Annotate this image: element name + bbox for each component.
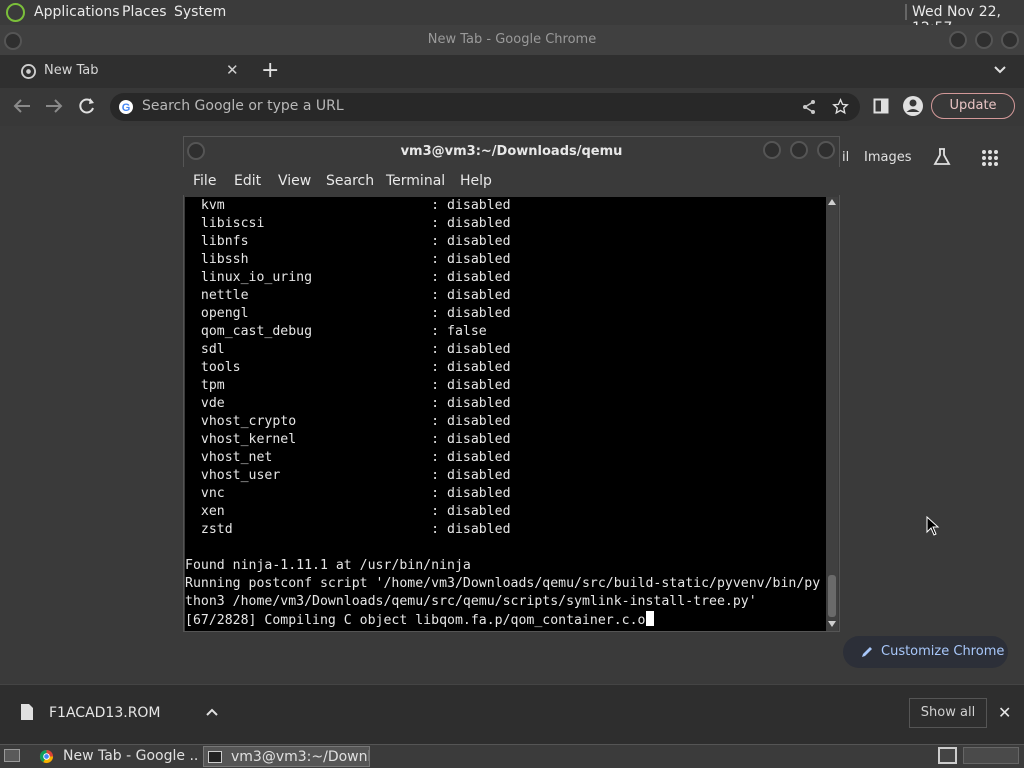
terminal-line: libnfs : disabled bbox=[185, 234, 511, 249]
terminal-line: tpm : disabled bbox=[185, 378, 511, 393]
minimize-button[interactable] bbox=[949, 31, 967, 49]
terminal-line: libssh : disabled bbox=[185, 252, 511, 267]
terminal-window-menu-button[interactable] bbox=[187, 142, 205, 160]
show-desktop-icon[interactable] bbox=[4, 749, 20, 762]
menu-terminal[interactable]: Terminal bbox=[386, 173, 445, 189]
terminal-title: vm3@vm3:~/Downloads/qemu bbox=[400, 144, 623, 159]
scroll-up-arrow-icon[interactable] bbox=[828, 199, 836, 205]
terminal-close-button[interactable] bbox=[817, 141, 835, 159]
file-icon bbox=[21, 704, 33, 720]
terminal-line: vde : disabled bbox=[185, 396, 511, 411]
images-link[interactable]: Images bbox=[864, 150, 912, 165]
terminal-line: kvm : disabled bbox=[185, 198, 511, 213]
google-g-icon: G bbox=[119, 100, 133, 114]
omnibox[interactable]: G Search Google or type a URL bbox=[110, 93, 860, 121]
update-button[interactable]: Update bbox=[931, 93, 1015, 119]
separator bbox=[905, 4, 907, 20]
terminal-line: tools : disabled bbox=[185, 360, 511, 375]
bottom-taskbar: New Tab - Google ... vm3@vm3:~/Downl... bbox=[0, 744, 1024, 768]
pencil-icon bbox=[862, 647, 872, 657]
terminal-line: vnc : disabled bbox=[185, 486, 511, 501]
terminal-line: Running postconf script '/home/vm3/Downl… bbox=[185, 576, 821, 591]
terminal-minimize-button[interactable] bbox=[763, 141, 781, 159]
labs-flask-icon[interactable] bbox=[932, 147, 952, 167]
menu-edit[interactable]: Edit bbox=[234, 173, 261, 189]
terminal-line: opengl : disabled bbox=[185, 306, 511, 321]
terminal-line: vhost_user : disabled bbox=[185, 468, 511, 483]
menu-file[interactable]: File bbox=[193, 173, 216, 189]
terminal-line: qom_cast_debug : false bbox=[185, 324, 487, 339]
terminal-line: vhost_crypto : disabled bbox=[185, 414, 511, 429]
places-menu[interactable]: Places bbox=[122, 4, 167, 20]
chrome-icon bbox=[39, 749, 54, 764]
terminal-output[interactable]: kvm : disabled libiscsi : disabled libnf… bbox=[185, 197, 826, 631]
close-window-button[interactable] bbox=[1001, 31, 1019, 49]
terminal-cursor bbox=[645, 611, 654, 626]
customize-label: Customize Chrome bbox=[881, 644, 1005, 659]
apps-grid-icon[interactable] bbox=[981, 149, 999, 167]
terminal-icon bbox=[208, 751, 222, 763]
side-panel-icon[interactable] bbox=[873, 98, 889, 114]
bookmark-star-icon[interactable] bbox=[832, 98, 849, 115]
customize-chrome-button[interactable]: Customize Chrome bbox=[843, 636, 1008, 668]
svg-text:G: G bbox=[122, 102, 131, 114]
menu-help[interactable]: Help bbox=[460, 173, 492, 189]
terminal-line: sdl : disabled bbox=[185, 342, 511, 357]
menu-search[interactable]: Search bbox=[326, 173, 374, 189]
download-file-name[interactable]: F1ACAD13.ROM bbox=[49, 705, 161, 721]
share-icon[interactable] bbox=[801, 99, 817, 115]
terminal-line: Found ninja-1.11.1 at /usr/bin/ninja bbox=[185, 558, 471, 573]
terminal-line: xen : disabled bbox=[185, 504, 511, 519]
reload-icon[interactable] bbox=[77, 96, 97, 116]
terminal-line: vhost_net : disabled bbox=[185, 450, 511, 465]
top-panel: Applications Places System Wed Nov 22, 1… bbox=[0, 0, 1024, 36]
terminal-line: libiscsi : disabled bbox=[185, 216, 511, 231]
terminal-prompt-line: [67/2828] Compiling C object libqom.fa.p… bbox=[185, 611, 654, 629]
tab-close-icon[interactable]: ✕ bbox=[226, 61, 239, 79]
show-all-button[interactable]: Show all bbox=[909, 698, 987, 728]
back-arrow-icon[interactable] bbox=[12, 97, 32, 115]
mouse-cursor-icon bbox=[926, 516, 940, 536]
scrollbar-thumb[interactable] bbox=[828, 575, 836, 617]
close-shelf-icon[interactable]: ✕ bbox=[998, 703, 1011, 722]
terminal-line: linux_io_uring : disabled bbox=[185, 270, 511, 285]
new-tab-button[interactable]: + bbox=[261, 58, 279, 83]
omnibox-placeholder: Search Google or type a URL bbox=[142, 98, 344, 114]
terminal-scrollbar[interactable] bbox=[826, 197, 838, 631]
terminal-line: [67/2828] Compiling C object libqom.fa.p… bbox=[185, 613, 646, 628]
gmail-link[interactable]: il bbox=[842, 150, 849, 165]
task-label: vm3@vm3:~/Downl... bbox=[231, 749, 370, 765]
workspace-switcher-empty[interactable] bbox=[963, 747, 1019, 764]
terminal-line: zstd : disabled bbox=[185, 522, 511, 537]
tab-label: New Tab bbox=[44, 63, 99, 78]
task-label: New Tab - Google ... bbox=[63, 748, 198, 764]
tab-search-chevron-icon[interactable] bbox=[993, 65, 1007, 75]
chrome-icon bbox=[21, 64, 36, 79]
tab-new-tab[interactable]: New Tab ✕ bbox=[8, 55, 248, 88]
scroll-down-arrow-icon[interactable] bbox=[828, 621, 836, 627]
terminal-maximize-button[interactable] bbox=[790, 141, 808, 159]
terminal-line: nettle : disabled bbox=[185, 288, 511, 303]
menu-view[interactable]: View bbox=[278, 173, 311, 189]
gnome-foot-icon[interactable] bbox=[6, 3, 25, 22]
window-title: New Tab - Google Chrome bbox=[427, 32, 597, 47]
forward-arrow-icon[interactable] bbox=[44, 97, 64, 115]
terminal-line: thon3 /home/vm3/Downloads/qemu/src/qemu/… bbox=[185, 594, 757, 609]
window-menu-button[interactable] bbox=[4, 32, 22, 50]
system-menu[interactable]: System bbox=[174, 4, 226, 20]
terminal-titlebar[interactable]: vm3@vm3:~/Downloads/qemu bbox=[183, 137, 840, 167]
profile-avatar-icon[interactable] bbox=[902, 95, 924, 117]
task-chrome[interactable]: New Tab - Google ... bbox=[36, 746, 198, 767]
applications-menu[interactable]: Applications bbox=[34, 4, 120, 20]
terminal-line: vhost_kernel : disabled bbox=[185, 432, 511, 447]
chevron-up-icon[interactable] bbox=[206, 708, 218, 717]
maximize-button[interactable] bbox=[975, 31, 993, 49]
chrome-titlebar[interactable]: New Tab - Google Chrome bbox=[0, 25, 1024, 55]
task-terminal[interactable]: vm3@vm3:~/Downl... bbox=[203, 746, 370, 767]
terminal-menubar: File Edit View Search Terminal Help bbox=[183, 167, 840, 195]
workspace-switcher[interactable] bbox=[938, 747, 957, 764]
